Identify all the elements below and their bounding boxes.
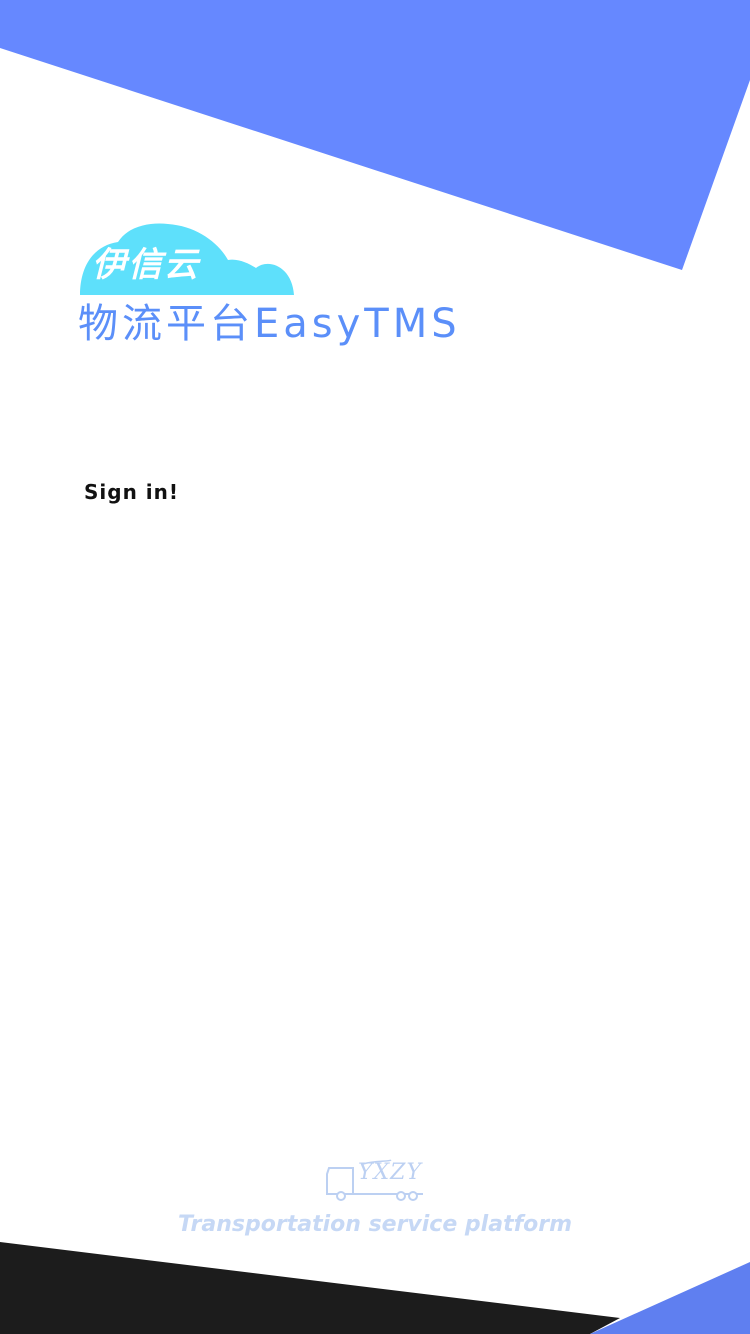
app-title: 物流平台EasyTMS bbox=[78, 301, 461, 347]
signin-heading: Sign in! bbox=[84, 480, 179, 504]
bottom-dark-band bbox=[0, 1242, 620, 1334]
footer-logo-text: YXZY bbox=[358, 1160, 422, 1185]
background-decoration bbox=[0, 0, 750, 1334]
footer-tagline: Transportation service platform bbox=[177, 1212, 573, 1237]
logo-cloud-text: 伊信云 bbox=[92, 245, 200, 285]
bottom-blue-band bbox=[590, 1262, 750, 1334]
